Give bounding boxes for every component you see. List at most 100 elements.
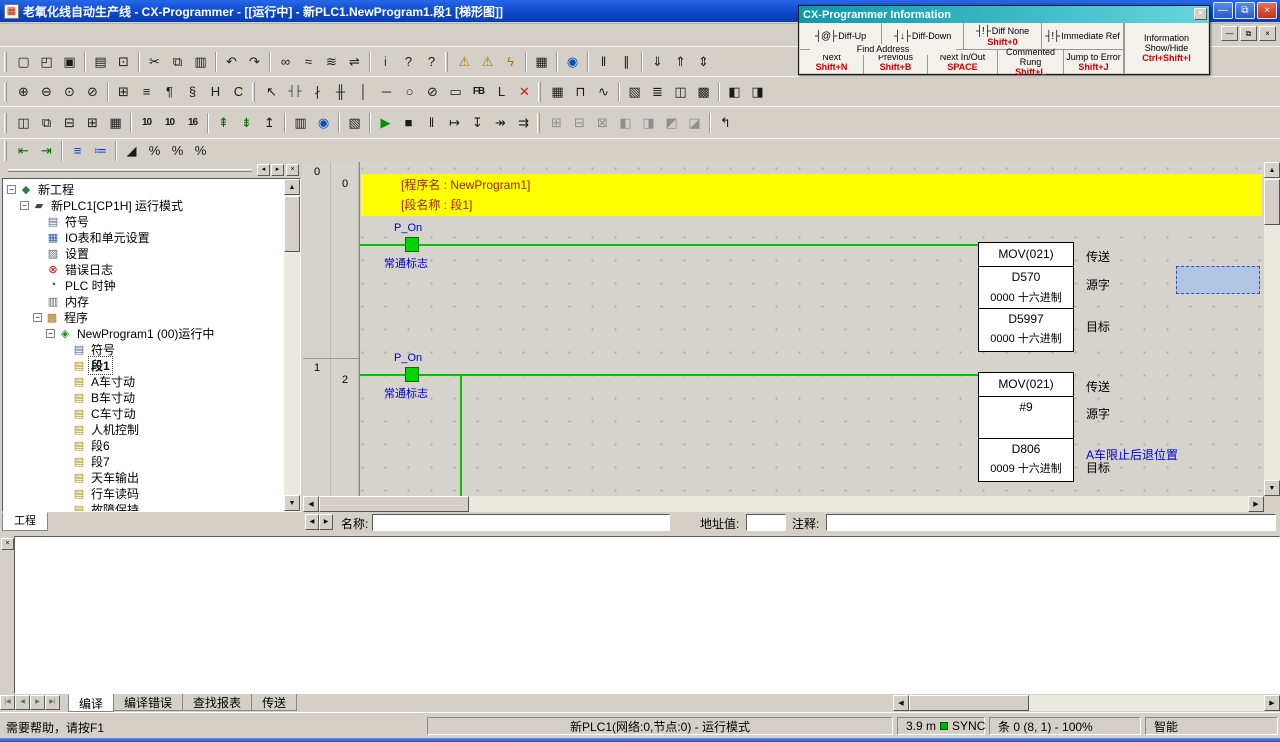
mdi-minimize-button[interactable]: — [1221, 26, 1238, 41]
tab-scroll-last-icon[interactable]: ▶| [45, 695, 60, 710]
download-to-plc-icon[interactable]: ⇓ [646, 51, 669, 73]
print-icon[interactable]: ▤ [89, 51, 112, 73]
sim-pause-icon[interactable]: ‖ [420, 112, 443, 134]
contact-p-on[interactable] [405, 367, 419, 382]
monitor-data-icon[interactable]: ◉ [312, 112, 335, 134]
go-to-output-icon[interactable]: ↥ [258, 112, 281, 134]
output-hscroll-thumb[interactable] [909, 695, 1029, 711]
new-jump-label-icon[interactable]: L [490, 81, 513, 103]
close-button[interactable]: × [1257, 2, 1277, 19]
differential-monitor-icon[interactable]: ⊓ [569, 81, 592, 103]
find-replace-icon[interactable]: ≈ [297, 51, 320, 73]
tree-item[interactable]: ▤C车寸动 [4, 405, 283, 421]
toolbar-grip-icon[interactable] [4, 113, 7, 133]
work-online-icon[interactable]: ◉ [561, 51, 584, 73]
pause-icon[interactable]: ‖ [592, 51, 615, 73]
comment-input[interactable] [826, 514, 1276, 531]
close-project-panel-button[interactable]: × [286, 164, 299, 176]
instruction-block-mov[interactable]: MOV(021) D570 0000 十六进制 D5997 0000 十六进制 [978, 242, 1074, 352]
sim-breakpoint-3-icon[interactable]: ⊠ [591, 112, 614, 134]
tree-item[interactable]: −◆新工程 [4, 181, 283, 197]
upload-from-plc-icon[interactable]: ⇑ [669, 51, 692, 73]
collapse-icon[interactable]: − [7, 185, 16, 194]
toolbar-grip-icon[interactable] [252, 82, 255, 102]
tree-item[interactable]: ▤段1 [4, 357, 283, 373]
data-trace-icon[interactable]: ∿ [592, 81, 615, 103]
toolbar-grip-icon[interactable] [4, 82, 7, 102]
sim-scan-4-icon[interactable]: ◪ [683, 112, 706, 134]
tree-item[interactable]: −◈NewProgram1 (00)运行中 [4, 325, 283, 341]
tab-scroll-prev-icon[interactable]: ◀ [15, 695, 30, 710]
collapse-icon[interactable]: − [20, 201, 29, 210]
close-output-button[interactable]: × [1, 538, 14, 550]
tree-item[interactable]: ▥内存 [4, 293, 283, 309]
tab-scroll-next-icon[interactable]: ▶ [30, 695, 45, 710]
ladder-scroll-left-icon[interactable]: ◀ [303, 496, 319, 512]
zoom-default-icon[interactable]: ⊘ [81, 81, 104, 103]
ladder-scroll-right-icon[interactable]: ▶ [1248, 496, 1264, 512]
restore-button[interactable]: ⧉ [1235, 2, 1255, 19]
new-fb-invocation-icon[interactable]: FB [467, 81, 490, 103]
output-tab[interactable]: 编译错误 [113, 694, 183, 711]
new-horizontal-line-icon[interactable]: ─ [375, 81, 398, 103]
new-window-icon[interactable]: ◫ [12, 112, 35, 134]
tree-item[interactable]: ⊗错误日志 [4, 261, 283, 277]
tab-project[interactable]: 工程 [2, 512, 48, 531]
compile-all-icon[interactable]: ⚠ [476, 51, 499, 73]
font-size-10-icon[interactable]: 10 [135, 112, 158, 134]
view-ladder-icon[interactable]: ▧ [623, 81, 646, 103]
output-tab[interactable]: 编译 [68, 694, 114, 712]
sim-breakpoint-1-icon[interactable]: ⊞ [545, 112, 568, 134]
sim-step-icon[interactable]: ↦ [443, 112, 466, 134]
ladder-scroll-down-icon[interactable]: ▼ [1264, 480, 1280, 496]
sim-scan-3-icon[interactable]: ◩ [660, 112, 683, 134]
toolbar-grip-icon[interactable] [537, 113, 540, 133]
tile-horizontally-icon[interactable]: ⊟ [58, 112, 81, 134]
simulator-icon[interactable]: ▧ [343, 112, 366, 134]
contact-p-on[interactable] [405, 237, 419, 252]
print-preview-icon[interactable]: ⊡ [112, 51, 135, 73]
tree-item[interactable]: ▤人机控制 [4, 421, 283, 437]
sim-step-into-icon[interactable]: ↧ [466, 112, 489, 134]
zoom-out-icon[interactable]: ⊖ [35, 81, 58, 103]
font-size-16-icon[interactable]: 16 [181, 112, 204, 134]
tree-item[interactable]: −▰新PLC1[CP1H] 运行模式 [4, 197, 283, 213]
zoom-100-icon[interactable]: % [189, 140, 212, 162]
view-mnemonics-icon[interactable]: ≣ [646, 81, 669, 103]
find-icon[interactable]: ∞ [274, 51, 297, 73]
show-symbol-bar-icon[interactable]: § [181, 81, 204, 103]
show-io-comments-icon[interactable]: C [227, 81, 250, 103]
monitoring-icon[interactable]: ▥ [289, 112, 312, 134]
sim-stop-icon[interactable]: ■ [397, 112, 420, 134]
io-comment-window-icon[interactable]: ◨ [746, 81, 769, 103]
watch-window-icon[interactable]: ▦ [546, 81, 569, 103]
minimize-button[interactable]: — [1213, 2, 1233, 19]
zoom-in-icon[interactable]: ⊕ [12, 81, 35, 103]
output-scroll-right-icon[interactable]: ▶ [1264, 695, 1280, 711]
info-window-close-icon[interactable]: × [1194, 8, 1207, 20]
show-section-comments-icon[interactable]: ¶ [158, 81, 181, 103]
sim-scan-2-icon[interactable]: ◨ [637, 112, 660, 134]
info-shortcut-cell[interactable]: Commented RungShift+L [998, 50, 1064, 74]
help-icon[interactable]: ? [397, 51, 420, 73]
indent-decrease-icon[interactable]: ⇤ [12, 140, 35, 162]
view-split-icon[interactable]: ◫ [669, 81, 692, 103]
new-closed-contact-icon[interactable]: ∤ [306, 81, 329, 103]
ladder-vscroll-thumb[interactable] [1264, 179, 1280, 225]
cut-icon[interactable]: ✂ [143, 51, 166, 73]
indent-increase-icon[interactable]: ⇥ [35, 140, 58, 162]
monitor-window-icon[interactable]: ◧ [723, 81, 746, 103]
tree-item[interactable]: ▤段7 [4, 453, 283, 469]
toolbar-grip-icon[interactable] [445, 52, 448, 72]
open-file-icon[interactable]: ◰ [35, 51, 58, 73]
panel-drag-grip-icon[interactable] [8, 169, 252, 172]
tree-item[interactable]: ▤符号 [4, 213, 283, 229]
show-rung-comments-icon[interactable]: ≡ [135, 81, 158, 103]
tree-scroll-up-icon[interactable]: ▲ [284, 179, 300, 195]
new-instruction-icon[interactable]: ▭ [444, 81, 467, 103]
zoom-25-icon[interactable]: % [143, 140, 166, 162]
ladder-scroll-up-icon[interactable]: ▲ [1264, 162, 1280, 178]
info-shortcut-cell[interactable]: Jump to ErrorShift+J [1064, 50, 1124, 74]
tree-scroll-down-icon[interactable]: ▼ [284, 495, 300, 511]
toolbar-grip-icon[interactable] [4, 52, 7, 72]
